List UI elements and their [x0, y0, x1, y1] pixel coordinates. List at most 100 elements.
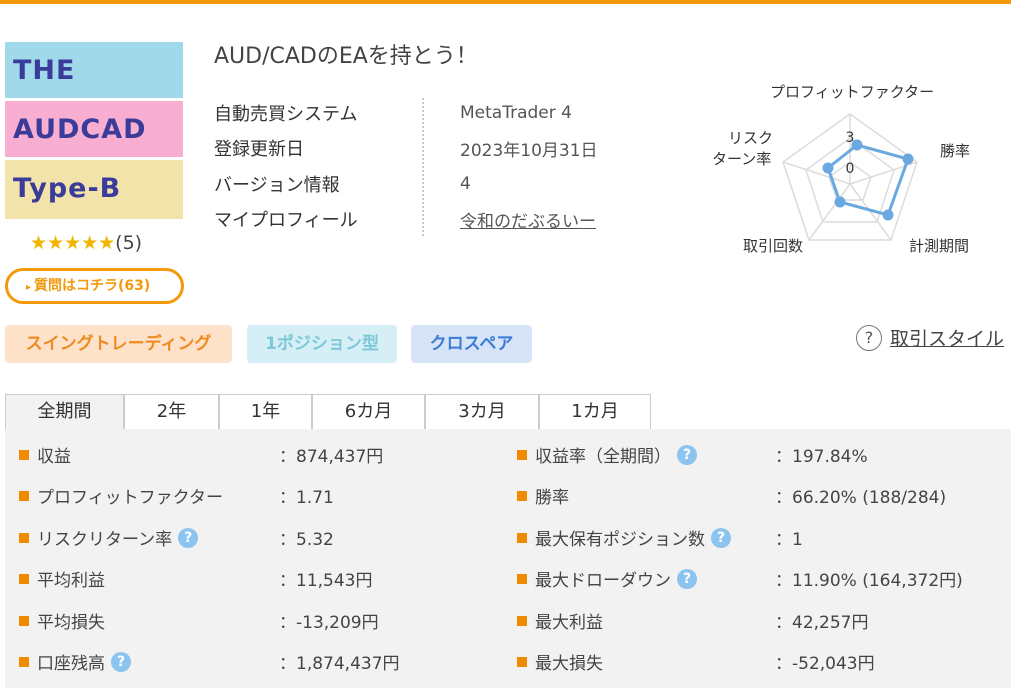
stat-label: 最大利益 [535, 613, 603, 633]
stat-row: プロフィットファクター ：1.71 [19, 475, 509, 516]
radar-point-winrate [902, 153, 914, 165]
info-divider [422, 98, 424, 236]
rating-count: (5) [115, 232, 143, 254]
logo-line-3: Type-B [5, 160, 183, 219]
bullet-square-icon [517, 532, 527, 543]
bullet-square-icon [517, 573, 527, 584]
stats-panel: 収益 ：874,437円 プロフィットファクター ：1.71 リスクリターン率?… [5, 429, 1011, 688]
info-value: 4 [460, 173, 471, 194]
stat-row: 最大損失 ：-52,043円 [517, 641, 1007, 682]
stat-label-wrap: 口座残高? [37, 649, 131, 674]
help-icon[interactable]: ? [677, 444, 697, 465]
tag-single-position[interactable]: 1ポジション型 [247, 325, 397, 363]
logo-line-2: AUDCAD [5, 101, 183, 157]
tag-cross-pair[interactable]: クロスペア [411, 325, 532, 363]
star-icons: ★★★★★ [30, 232, 116, 254]
stat-label-wrap: 最大保有ポジション数? [535, 525, 731, 550]
tab-3m[interactable]: 3カ月 [425, 394, 539, 430]
stat-label: 口座残高 [37, 654, 105, 674]
stat-value: ：42,257円 [775, 613, 869, 633]
stat-row: 最大保有ポジション数? ：1 [517, 517, 1007, 558]
radar-label-winrate: 勝率 [940, 142, 971, 160]
stat-value: ：11,543円 [279, 571, 373, 591]
info-key: 登録更新日 [214, 139, 304, 161]
tab-6m[interactable]: 6カ月 [312, 394, 425, 430]
radar-label-pf: プロフィットファクター [770, 83, 935, 101]
radar-label-trades: 取引回数 [743, 237, 804, 255]
radar-axis [782, 161, 851, 185]
question-button[interactable]: ▸ 質問はコチラ(63) [5, 268, 184, 304]
stat-value: ：11.90% (164,372円) [775, 571, 963, 591]
bullet-square-icon [517, 490, 527, 501]
help-icon[interactable]: ? [178, 527, 199, 548]
radar-label-risk-2: ターン率 [712, 150, 772, 168]
info-value: MetaTrader 4 [460, 102, 572, 123]
tab-1y[interactable]: 1年 [219, 394, 312, 430]
stat-label-wrap: 最大ドローダウン? [535, 566, 697, 591]
stat-row: 最大ドローダウン? ：11.90% (164,372円) [517, 558, 1007, 599]
product-logo: THE AUDCAD Type-B [5, 42, 183, 220]
stat-value: ：1.71 [279, 488, 334, 508]
radar-scale-max: 3 [846, 130, 855, 146]
radar-axis [808, 183, 851, 241]
rating: ★★★★★(5) [30, 232, 142, 254]
help-icon[interactable]: ? [677, 568, 697, 589]
tag-swing-trading[interactable]: スイングトレーディング [5, 325, 232, 363]
info-table: 自動売買システム MetaTrader 4 登録更新日 2023年10月31日 … [214, 95, 598, 237]
stat-label-wrap: リスクリターン率? [37, 525, 199, 550]
stat-row: 収益率（全期間）? ：197.84% [517, 434, 1007, 475]
radar-label-period: 計測期間 [909, 237, 970, 255]
info-key: バージョン情報 [214, 174, 340, 196]
help-icon[interactable]: ? [711, 527, 731, 548]
radar-point-period [882, 209, 894, 221]
stat-value: ：1,874,437円 [279, 654, 400, 674]
stat-label: 収益 [37, 447, 71, 467]
stat-row: 口座残高? ：1,874,437円 [19, 641, 509, 682]
stat-value: ：-13,209円 [279, 613, 379, 633]
stat-label: プロフィットファクター [37, 488, 223, 508]
stat-value: ：1 [775, 530, 803, 550]
info-row: マイプロフィール 令和のだぶるいー [214, 202, 598, 238]
stat-label: 収益率（全期間） [535, 447, 671, 467]
info-row: 登録更新日 2023年10月31日 [214, 131, 598, 167]
stat-label: リスクリターン率 [37, 530, 173, 550]
stat-value: ：5.32 [279, 530, 334, 550]
bullet-square-icon [19, 656, 29, 667]
bullet-square-icon [19, 615, 29, 626]
tab-1m[interactable]: 1カ月 [539, 394, 651, 430]
page-title: AUD/CADのEAを持とう！ [214, 44, 478, 69]
bullet-square-icon [19, 573, 29, 584]
radar-chart: 3 0 プロフィットファクター 勝率 計測期間 取引回数 リスク ターン率 [700, 72, 1000, 262]
help-icon[interactable]: ? [111, 651, 131, 672]
top-accent-bar [0, 0, 1011, 4]
stat-label-wrap: 収益率（全期間）? [535, 442, 697, 467]
stat-label: 最大損失 [535, 654, 603, 674]
info-row: 自動売買システム MetaTrader 4 [214, 95, 598, 131]
question-button-label: 質問はコチラ(63) [34, 278, 151, 294]
tab-all-period[interactable]: 全期間 [5, 394, 124, 431]
stat-row: 平均損失 ：-13,209円 [19, 600, 509, 641]
stat-label: 勝率 [535, 488, 569, 508]
info-key: 自動売買システム [214, 103, 358, 125]
stat-value: ：874,437円 [279, 447, 384, 467]
stat-value: ：197.84% [775, 447, 868, 467]
radar-label-risk-1: リスク [728, 129, 774, 147]
stat-row: 勝率 ：66.20% (188/284) [517, 475, 1007, 516]
stat-label: 平均損失 [37, 613, 105, 633]
bullet-square-icon [19, 449, 29, 460]
tab-2y[interactable]: 2年 [124, 394, 219, 430]
stat-row: 収益 ：874,437円 [19, 434, 509, 475]
bullet-square-icon [517, 656, 527, 667]
stat-label: 最大ドローダウン [535, 571, 671, 591]
bullet-square-icon [19, 490, 29, 501]
caret-right-icon: ▸ [26, 282, 32, 293]
bullet-square-icon [517, 449, 527, 460]
stat-row: 最大利益 ：42,257円 [517, 600, 1007, 641]
stat-value: ：66.20% (188/284) [775, 488, 947, 508]
help-circle-icon: ? [856, 324, 882, 351]
logo-line-1: THE [5, 42, 183, 98]
stat-label: 平均利益 [37, 571, 105, 591]
trade-style-link[interactable]: ? 取引スタイル [856, 324, 1004, 351]
bullet-square-icon [19, 532, 29, 543]
profile-link[interactable]: 令和のだぶるいー [424, 207, 596, 232]
